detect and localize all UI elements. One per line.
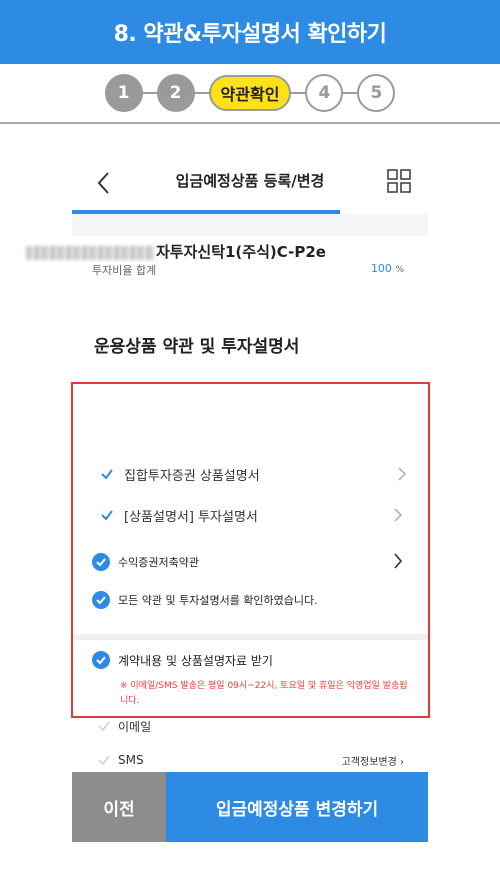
option-email[interactable]: 이메일 — [98, 716, 404, 736]
agreement-label: 모든 약관 및 투자설명서를 확인하였습니다. — [118, 594, 318, 607]
check-icon — [101, 510, 113, 521]
product-name: 자투자신탁1(주식)C-P2e — [26, 240, 326, 264]
chevron-right-icon — [394, 508, 402, 522]
step-5: 5 — [357, 74, 396, 112]
app-nav-bar: 입금예정상품 등록/변경 — [72, 152, 428, 214]
step-connector — [194, 92, 209, 94]
receive-documents-toggle[interactable]: 계약내용 및 상품설명자료 받기 — [92, 648, 412, 672]
check-icon — [98, 755, 110, 766]
option-label: SMS — [118, 753, 144, 767]
header-bar: 8. 약관&투자설명서 확인하기 — [0, 0, 500, 64]
step-2: 2 — [156, 74, 195, 112]
chevron-right-icon — [398, 467, 406, 481]
agreement-confirm-all[interactable]: 모든 약관 및 투자설명서를 확인하였습니다. — [92, 588, 406, 612]
delivery-notice: ※ 이메일/SMS 발송은 평일 09시~22시, 토요일 및 휴일은 익영업일… — [120, 681, 408, 706]
customer-info-change-link[interactable]: 고객정보변경 › — [342, 753, 404, 768]
checked-circle-icon[interactable] — [92, 651, 110, 669]
doc-item-label: [상품설명서] 투자설명서 — [124, 509, 258, 525]
scroll-progress-bar — [72, 210, 340, 214]
step-connector — [291, 92, 306, 94]
redacted-text — [26, 245, 154, 260]
agreement-label: 수익증권저축약관 — [118, 556, 199, 569]
section-separator — [72, 634, 428, 640]
submit-button[interactable]: 입금예정상품 변경하기 — [166, 772, 428, 842]
header-divider — [0, 122, 500, 124]
step-4: 4 — [305, 74, 344, 112]
doc-item-prospectus[interactable]: [상품설명서] 투자설명서 — [100, 503, 406, 527]
doc-item-label: 집합투자증권 상품설명서 — [124, 468, 260, 484]
step-connector — [343, 92, 358, 94]
chevron-right-icon — [394, 553, 402, 569]
checked-circle-icon[interactable] — [92, 553, 110, 571]
checked-circle-icon[interactable] — [92, 591, 110, 609]
agreement-savings-terms[interactable]: 수익증권저축약관 — [92, 550, 406, 574]
check-icon — [101, 469, 113, 480]
prev-button[interactable]: 이전 — [72, 772, 166, 842]
ratio-value: 100 % — [370, 262, 404, 275]
step-indicator: 1 2 약관확인 4 5 — [0, 64, 500, 122]
step-3-current: 약관확인 — [208, 75, 292, 111]
option-label: 이메일 — [118, 719, 152, 734]
check-icon — [98, 721, 110, 732]
page-title: 8. 약관&투자설명서 확인하기 — [113, 22, 387, 47]
nav-title: 입금예정상품 등록/변경 — [175, 172, 325, 190]
receive-label: 계약내용 및 상품설명자료 받기 — [118, 653, 273, 668]
option-sms[interactable]: SMS 고객정보변경 › — [98, 750, 404, 770]
ratio-label: 투자비율 합계 — [92, 264, 157, 277]
step-connector — [142, 92, 157, 94]
step-1: 1 — [104, 74, 143, 112]
doc-item-product-guide[interactable]: 집합투자증권 상품설명서 — [100, 462, 410, 486]
grid-icon[interactable] — [386, 168, 412, 194]
section-title: 운용상품 약관 및 투자설명서 — [94, 337, 300, 357]
